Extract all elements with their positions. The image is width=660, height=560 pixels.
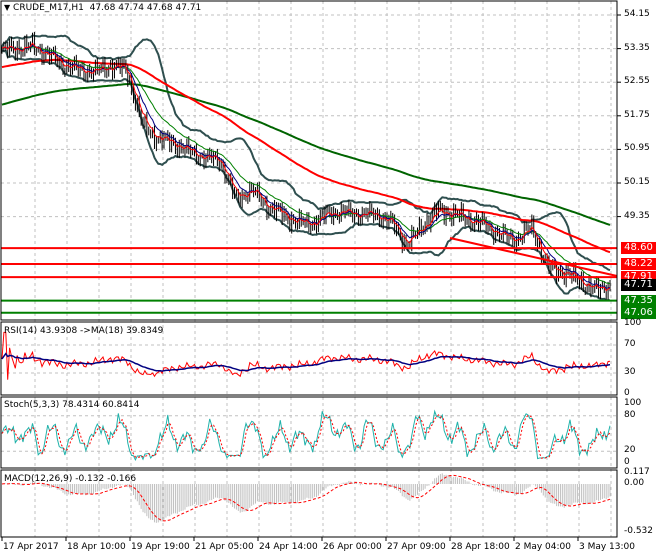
price-axis-label: 52.55 <box>624 76 650 87</box>
triangle-down-icon[interactable]: ▼ <box>4 3 10 12</box>
time-axis-label: 26 Apr 00:00 <box>323 542 382 552</box>
ma-200-line <box>1 82 611 226</box>
macd-axis-label: 0.00 <box>624 478 645 488</box>
time-axis-label: 3 May 13:00 <box>579 542 635 552</box>
macd-axis-label: 0.117 <box>624 467 650 478</box>
price-axis-label: 54.15 <box>624 9 650 19</box>
price-axis-label: 51.75 <box>624 109 650 120</box>
rsi-label: RSI(14) 43.9308 ->MA(18) 39.8349 <box>4 326 164 336</box>
rsi-axis-label: 100 <box>624 318 642 328</box>
symbol-label: CRUDE_M17,H1 <box>13 3 84 13</box>
rsi-axis-label: 0 <box>624 388 630 398</box>
stoch-axis-label: 20 <box>624 445 636 456</box>
time-axis-label: 19 Apr 19:00 <box>131 542 190 552</box>
ohlc-readout: 47.68 47.74 47.68 47.71 <box>89 3 202 13</box>
price-tag-support: 47.06 <box>621 306 656 319</box>
price-tag-support: 47.35 <box>621 294 656 307</box>
price-axis-label: 50.15 <box>624 177 650 187</box>
time-axis-label: 21 Apr 05:00 <box>195 542 254 552</box>
macd-label: MACD(12,26,9) -0.132 -0.166 <box>4 474 137 484</box>
trend-line <box>449 237 618 277</box>
ma-100-line <box>1 58 611 254</box>
stoch-axis-label: 100 <box>624 398 642 408</box>
time-axis-label: 17 Apr 2017 <box>3 542 59 552</box>
macd-axis-label: -0.532 <box>624 525 654 536</box>
time-axis-label: 2 May 04:00 <box>515 542 571 552</box>
stoch-label: Stoch(5,3,3) 78.4314 60.8414 <box>4 400 140 410</box>
rsi-axis-label: 30 <box>624 367 636 377</box>
price-tag-resistance: 48.22 <box>621 258 656 271</box>
time-axis-label: 18 Apr 10:00 <box>67 542 126 552</box>
time-axis-label: 24 Apr 14:00 <box>259 542 318 552</box>
rsi-axis-label: 70 <box>624 339 636 349</box>
price-tag-resistance: 48.60 <box>621 242 656 255</box>
price-tag-current: 47.71 <box>621 279 656 292</box>
stoch-axis-label: 0 <box>624 457 630 467</box>
price-axis-label: 49.35 <box>624 210 650 221</box>
chart-title: ▼ CRUDE_M17,H1 47.68 47.74 47.68 47.71 <box>4 3 201 13</box>
price-axis-label: 50.95 <box>624 143 650 154</box>
price-axis-label: 53.35 <box>624 42 650 53</box>
time-axis-label: 27 Apr 09:00 <box>387 542 446 552</box>
time-axis-label: 28 Apr 18:00 <box>451 542 510 552</box>
stoch-axis-label: 80 <box>624 409 636 420</box>
